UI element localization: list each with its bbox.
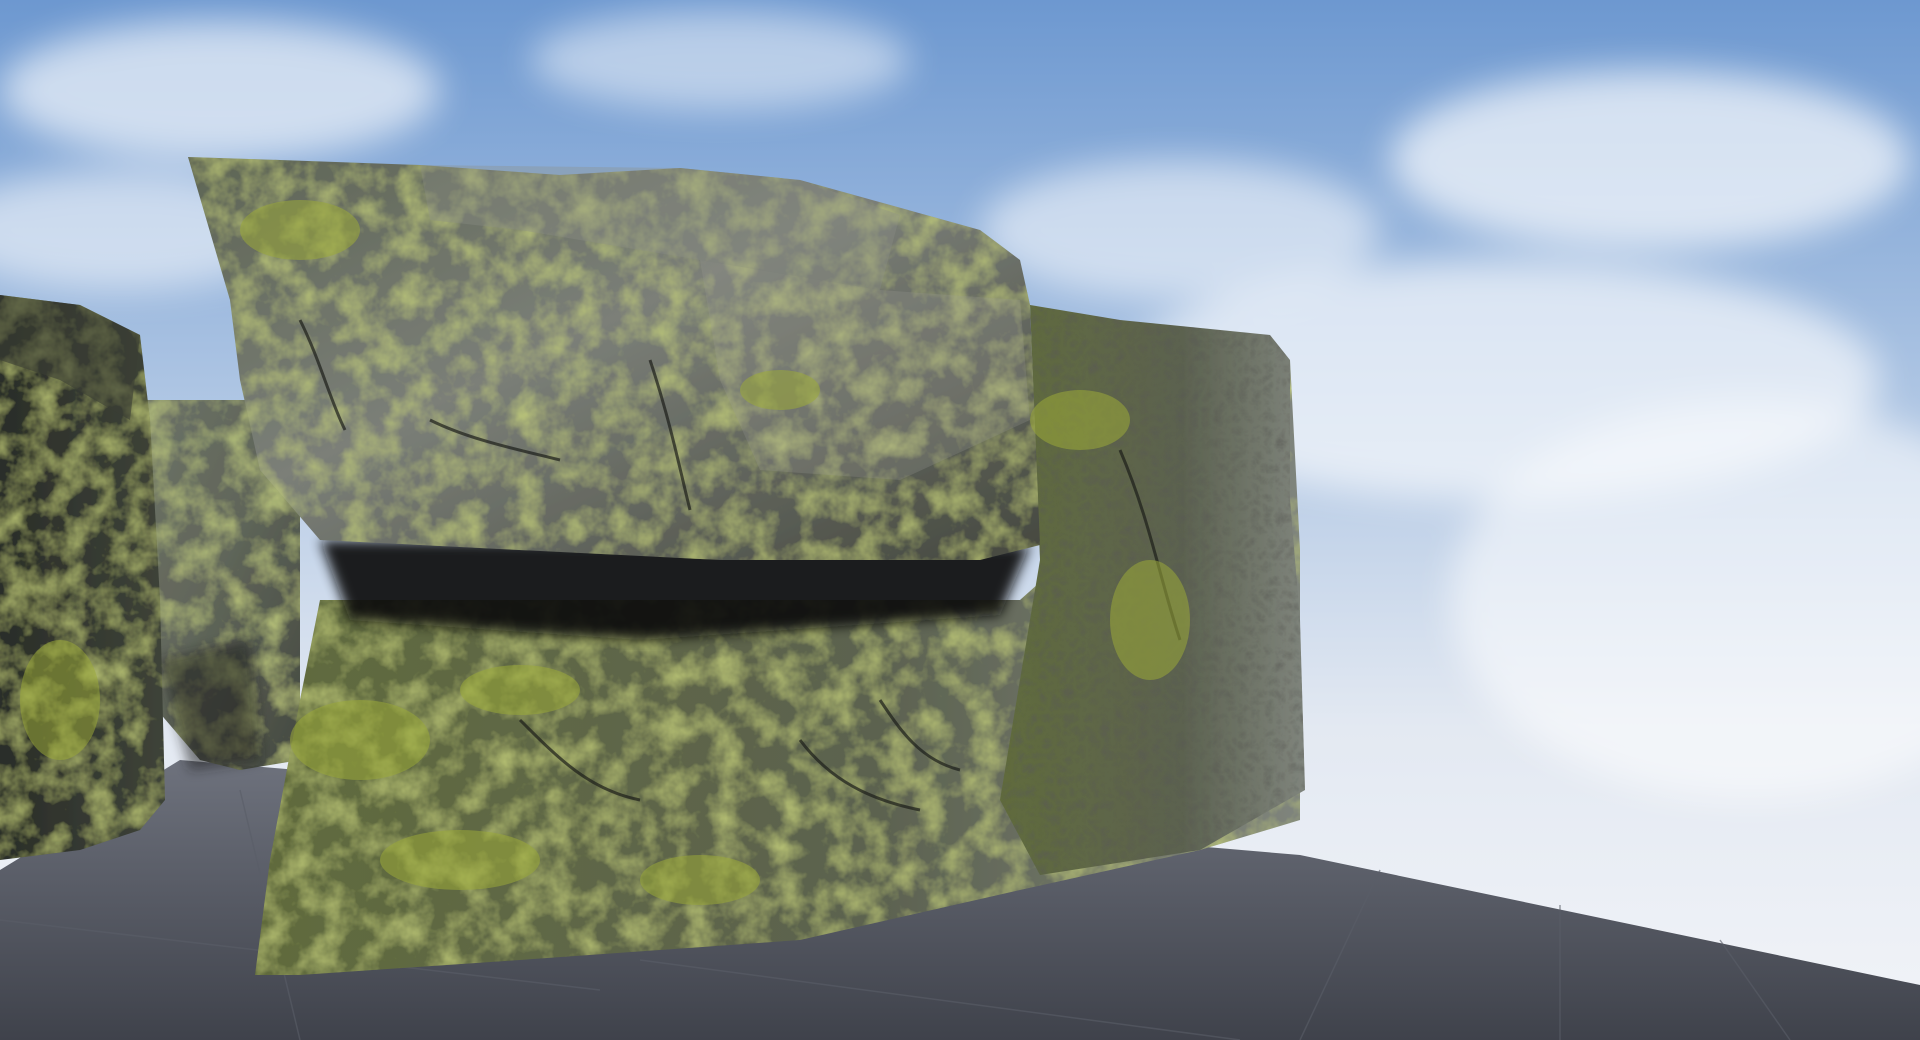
rendered-scene[interactable]: [0, 0, 1920, 1040]
game-viewport[interactable]: [0, 0, 1920, 1040]
